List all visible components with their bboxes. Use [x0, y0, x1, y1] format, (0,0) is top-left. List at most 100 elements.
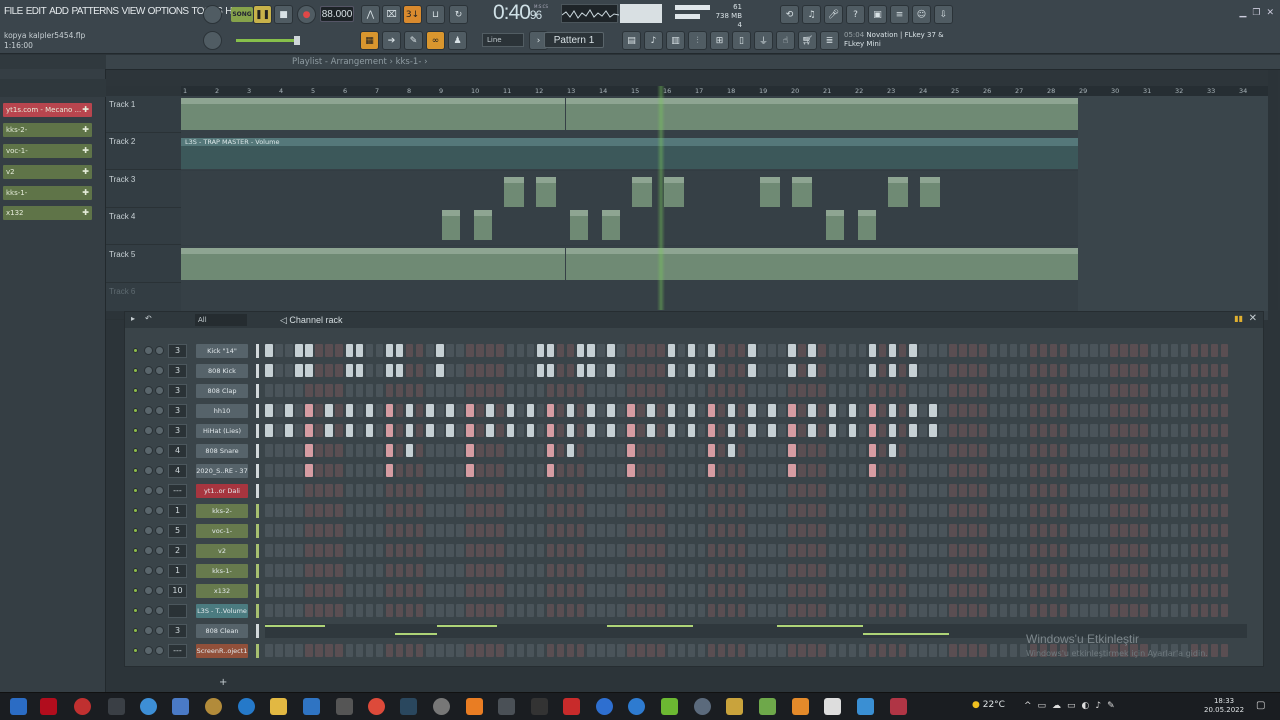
step-button[interactable]: [365, 344, 374, 357]
mute-led[interactable]: [133, 468, 138, 473]
step-button[interactable]: [1110, 544, 1118, 557]
step-button[interactable]: [818, 524, 826, 537]
step-button[interactable]: [1019, 484, 1028, 497]
step-button[interactable]: [939, 404, 947, 417]
step-button[interactable]: [737, 524, 746, 537]
step-button[interactable]: [1220, 384, 1229, 397]
volume-knob[interactable]: [155, 626, 164, 635]
step-button[interactable]: [1160, 404, 1169, 417]
step-button[interactable]: [315, 484, 323, 497]
step-button[interactable]: [375, 464, 384, 477]
step-button[interactable]: [818, 444, 826, 457]
step-button[interactable]: [405, 584, 414, 597]
step-button[interactable]: [898, 504, 907, 517]
step-button[interactable]: [1200, 484, 1209, 497]
undo-step-icon[interactable]: ↶: [145, 314, 152, 323]
step-button[interactable]: [999, 464, 1008, 477]
step-button[interactable]: [788, 504, 796, 517]
step-button[interactable]: [275, 564, 283, 577]
app-icon-3[interactable]: [205, 698, 222, 715]
step-button[interactable]: [536, 504, 545, 517]
step-button[interactable]: [1039, 444, 1048, 457]
step-button[interactable]: [959, 584, 967, 597]
step-button[interactable]: [1200, 444, 1209, 457]
step-button[interactable]: [999, 384, 1008, 397]
step-button[interactable]: [365, 524, 374, 537]
step-button[interactable]: [1070, 384, 1078, 397]
step-button[interactable]: [617, 564, 625, 577]
step-button[interactable]: [1019, 344, 1028, 357]
step-button[interactable]: [979, 364, 987, 377]
step-button[interactable]: [275, 444, 283, 457]
step-button[interactable]: [788, 544, 796, 557]
step-button[interactable]: [828, 564, 836, 577]
step-button[interactable]: [466, 544, 474, 557]
step-button[interactable]: [375, 584, 384, 597]
step-button[interactable]: [325, 604, 333, 617]
step-button[interactable]: [265, 604, 273, 617]
step-button[interactable]: [1080, 404, 1088, 417]
step-button[interactable]: [798, 544, 806, 557]
app-icon-14[interactable]: [857, 698, 874, 715]
step-button[interactable]: [748, 584, 756, 597]
step-button[interactable]: [768, 384, 776, 397]
step-button[interactable]: [1210, 364, 1219, 377]
step-button[interactable]: [888, 484, 897, 497]
app-icon-10[interactable]: [694, 698, 711, 715]
step-button[interactable]: [868, 424, 877, 437]
step-button[interactable]: [415, 464, 424, 477]
step-button[interactable]: [959, 464, 967, 477]
channel-select-indicator[interactable]: [256, 424, 259, 438]
step-button[interactable]: [818, 364, 826, 377]
step-button[interactable]: [1180, 584, 1189, 597]
step-button[interactable]: [456, 504, 464, 517]
step-button[interactable]: [466, 484, 474, 497]
help-button[interactable]: ?: [846, 5, 865, 24]
step-button[interactable]: [556, 384, 565, 397]
step-button[interactable]: [949, 484, 957, 497]
step-button[interactable]: [798, 384, 806, 397]
step-button[interactable]: [1039, 364, 1048, 377]
step-button[interactable]: [898, 564, 907, 577]
wait-for-input-button[interactable]: ⌧: [382, 5, 401, 24]
step-button[interactable]: [576, 584, 585, 597]
step-button[interactable]: [969, 444, 977, 457]
vocal-clip[interactable]: [632, 176, 652, 207]
channel-name-button[interactable]: Kick "14": [196, 344, 248, 358]
step-button[interactable]: [878, 424, 887, 437]
step-button[interactable]: [566, 344, 575, 357]
step-button[interactable]: [627, 404, 635, 417]
step-button[interactable]: [1220, 584, 1229, 597]
step-button[interactable]: [1170, 344, 1179, 357]
step-button[interactable]: [697, 564, 706, 577]
step-button[interactable]: [1170, 504, 1179, 517]
step-button[interactable]: [898, 484, 907, 497]
step-button[interactable]: [1080, 464, 1088, 477]
step-button[interactable]: [587, 484, 595, 497]
menu-view[interactable]: VIEW: [122, 6, 146, 17]
step-button[interactable]: [506, 604, 514, 617]
step-button[interactable]: [1080, 364, 1088, 377]
step-button[interactable]: [979, 644, 987, 657]
taskview-icon[interactable]: [108, 698, 125, 715]
step-button[interactable]: [1140, 384, 1148, 397]
step-button[interactable]: [1080, 424, 1088, 437]
step-button[interactable]: [848, 404, 857, 417]
step-button[interactable]: [758, 384, 766, 397]
step-button[interactable]: [1080, 384, 1088, 397]
step-button[interactable]: [546, 424, 555, 437]
step-button[interactable]: [627, 604, 635, 617]
step-button[interactable]: [1100, 504, 1108, 517]
step-button[interactable]: [617, 604, 625, 617]
step-button[interactable]: [707, 484, 716, 497]
step-button[interactable]: [878, 344, 887, 357]
step-button[interactable]: [949, 564, 957, 577]
step-button[interactable]: [365, 544, 374, 557]
step-button[interactable]: [898, 524, 907, 537]
step-button[interactable]: [597, 524, 605, 537]
track-label[interactable]: Track 3: [109, 175, 135, 184]
audio-clip[interactable]: kks-1-: [822, 98, 950, 130]
step-button[interactable]: [365, 384, 374, 397]
pan-knob[interactable]: [144, 566, 153, 575]
step-button[interactable]: [385, 344, 394, 357]
